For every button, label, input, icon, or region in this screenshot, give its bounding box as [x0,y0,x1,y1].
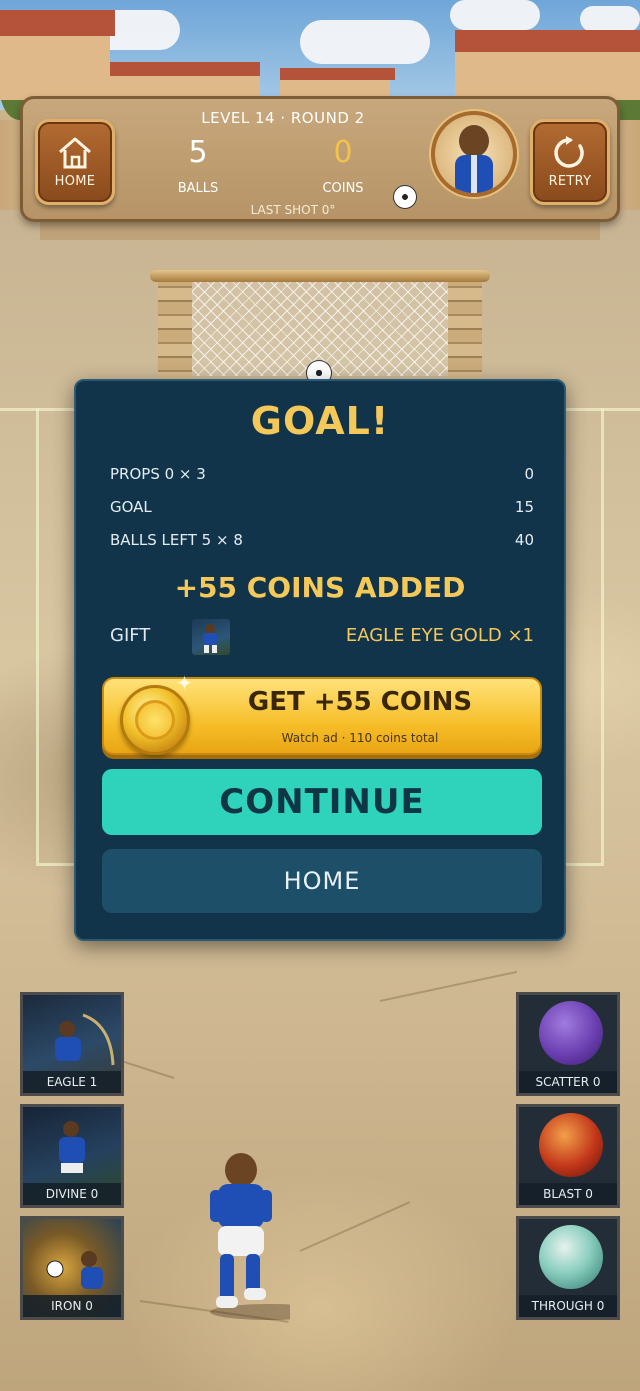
retry-icon [554,135,584,168]
coins-added-text: +55 COINS ADDED [174,571,466,604]
powerup-label: DIVINE 0 [23,1183,121,1205]
score-row-value: 40 [514,531,534,549]
score-row-goal: GOAL 15 [110,498,534,520]
powerup-blast-ball[interactable]: BLAST 0 [516,1104,620,1208]
dialog-title: GOAL! [250,399,390,443]
roof [0,10,115,36]
powerup-scatter-ball[interactable]: SCATTER 0 [516,992,620,1096]
powerup-label: IRON 0 [23,1295,121,1317]
score-row-label: PROPS 0 × 3 [110,465,206,483]
cloud [580,6,640,32]
pitch-line [0,408,80,411]
coins-count: 0 [333,135,353,170]
player-character [210,1153,290,1320]
balls-label: BALLS [177,181,219,196]
roof [110,62,260,76]
watch-ad-subtext: Watch ad · 110 coins total [281,731,439,745]
coins-label: COINS [322,181,364,196]
balls-count: 5 [188,135,208,170]
powerup-iron[interactable]: IRON 0 [20,1216,124,1320]
goal-post-right [448,274,482,382]
watch-ad-label: GET +55 COINS [247,687,473,717]
gift-row: GIFT EAGLE EYE GOLD ×1 [110,619,534,655]
soccer-ball-icon [393,185,417,209]
level-round-text: LEVEL 14 · ROUND 2 [201,109,365,127]
cloud [300,20,430,64]
through-ball-icon [539,1225,603,1289]
top-hud: HOME LEVEL 14 · ROUND 2 5 BALLS 0 COINS … [20,96,620,222]
roof [280,68,395,80]
powerup-eagle[interactable]: EAGLE 1 [20,992,124,1096]
score-row-props: PROPS 0 × 3 0 [110,465,534,487]
goal-crossbar [150,270,490,282]
score-row-value: 0 [524,465,534,483]
sparkle-icon: ✦ [176,671,193,695]
powerup-label: SCATTER 0 [519,1071,617,1093]
score-row-value: 15 [514,498,534,516]
hud-retry-label: RETRY [548,173,592,189]
gift-name: EAGLE EYE GOLD ×1 [345,625,534,646]
score-row-label: GOAL [110,498,152,516]
powerup-label: THROUGH 0 [519,1295,617,1317]
gold-coin-icon [120,685,190,755]
goal-result-dialog: GOAL! PROPS 0 × 3 0 GOAL 15 BALLS LEFT 5… [74,379,566,941]
hud-home-button[interactable]: HOME [35,119,115,205]
powerup-label: EAGLE 1 [23,1071,121,1093]
house [0,30,110,100]
blast-ball-icon [539,1113,603,1177]
home-button[interactable]: HOME [102,849,542,913]
watch-ad-coins-button[interactable]: ✦ GET +55 COINS Watch ad · 110 coins tot… [102,671,542,755]
score-row-balls-left: BALLS LEFT 5 × 8 40 [110,531,534,553]
powerup-through-ball[interactable]: THROUGH 0 [516,1216,620,1320]
cloud [450,0,540,30]
player-avatar [431,111,517,197]
last-shot-angle: LAST SHOT 0° [250,203,336,217]
pitch-line [560,408,640,411]
goal-post-left [158,274,192,382]
scatter-ball-icon [539,1001,603,1065]
home-icon [59,137,91,168]
score-row-label: BALLS LEFT 5 × 8 [110,531,243,549]
roof [455,30,640,52]
house [455,45,640,100]
continue-button[interactable]: CONTINUE [102,769,542,835]
hud-retry-button[interactable]: RETRY [530,119,610,205]
gift-thumbnail [192,619,230,655]
gift-label: GIFT [110,625,151,646]
powerup-label: BLAST 0 [519,1183,617,1205]
hud-home-label: HOME [54,173,96,189]
powerup-divine[interactable]: DIVINE 0 [20,1104,124,1208]
